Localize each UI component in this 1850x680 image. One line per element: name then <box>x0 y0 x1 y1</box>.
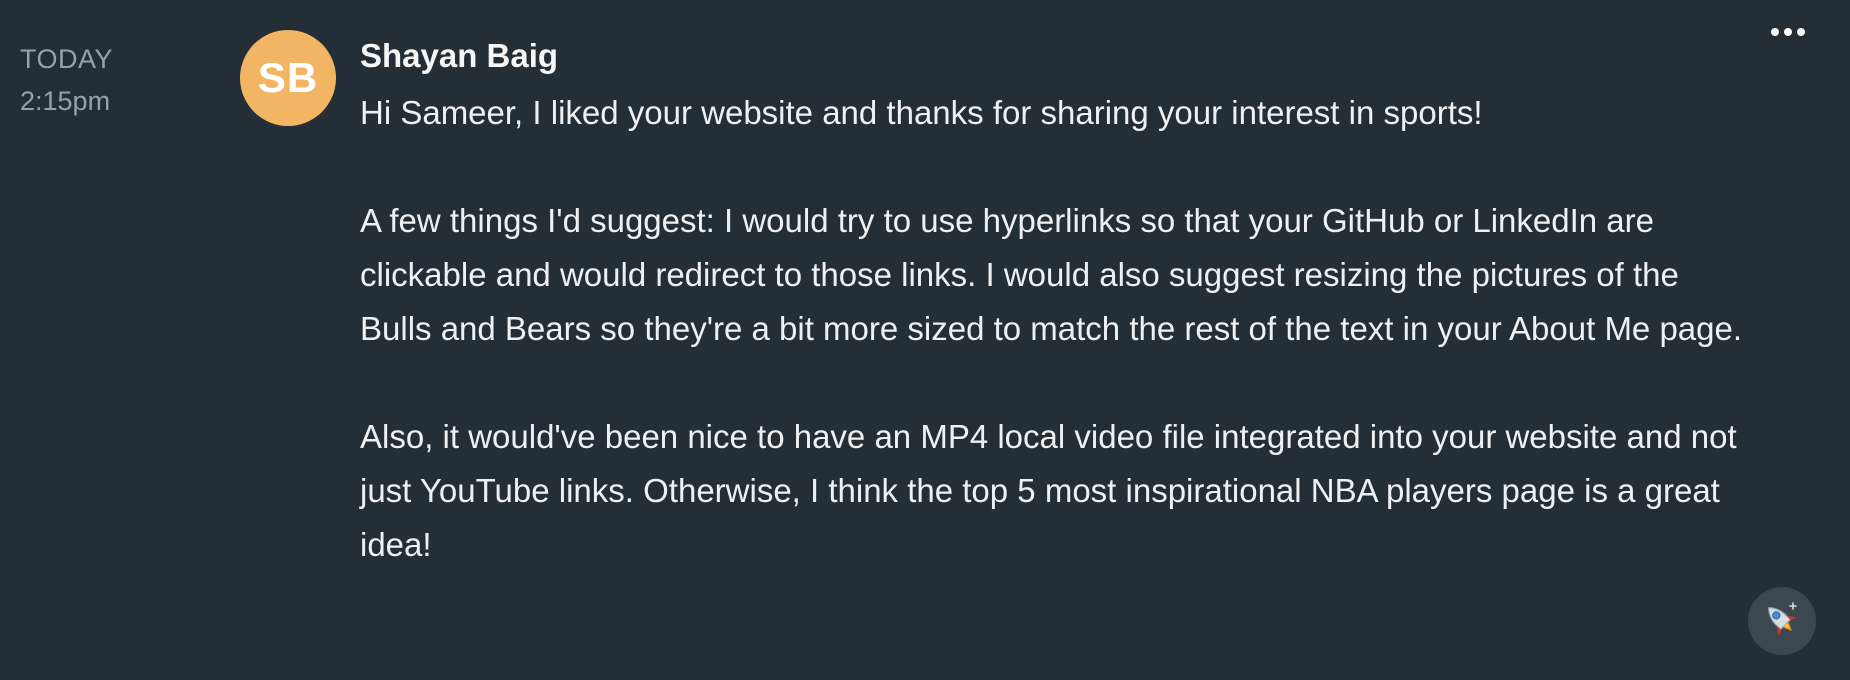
rocket-icon <box>1767 602 1797 636</box>
more-horizontal-icon <box>1784 28 1792 36</box>
message-paragraph: Also, it would've been nice to have an M… <box>360 418 1737 563</box>
message-paragraph: Hi Sameer, I liked your website and than… <box>360 94 1483 131</box>
message-timestamp: TODAY 2:15pm <box>20 38 180 122</box>
timestamp-time: 2:15pm <box>20 86 111 116</box>
sender-name[interactable]: Shayan Baig <box>360 32 1760 80</box>
timestamp-day: TODAY <box>20 44 114 74</box>
more-horizontal-icon <box>1771 28 1779 36</box>
message-content: Shayan Baig Hi Sameer, I liked your webs… <box>360 32 1760 572</box>
boost-button[interactable] <box>1748 587 1816 655</box>
more-options-button[interactable] <box>1760 14 1816 50</box>
message-view: TODAY 2:15pm SB Shayan Baig Hi Sameer, I… <box>0 0 1850 680</box>
avatar[interactable]: SB <box>240 30 336 126</box>
message-paragraph: A few things I'd suggest: I would try to… <box>360 202 1743 347</box>
more-horizontal-icon <box>1797 28 1805 36</box>
avatar-initials: SB <box>257 54 319 101</box>
